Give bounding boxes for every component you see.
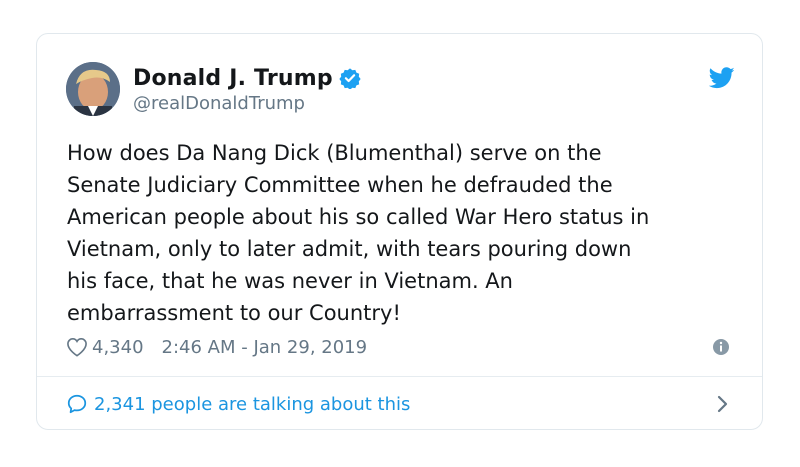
avatar[interactable]	[66, 62, 120, 116]
avatar-image	[66, 62, 120, 116]
tweet-card[interactable]: Donald J. Trump @realDonaldTrump How doe…	[36, 33, 763, 430]
author-handle[interactable]: @realDonaldTrump	[133, 93, 305, 114]
tweet-text: How does Da Nang Dick (Blumenthal) serve…	[67, 141, 650, 325]
tweet-meta-row: 4,340 2:46 AM - Jan 29, 2019	[66, 334, 367, 360]
divider	[37, 376, 762, 377]
speech-bubble-icon	[67, 394, 87, 414]
conversation-count-label[interactable]: 2,341 people are talking about this	[94, 394, 410, 415]
twitter-bird-icon[interactable]	[709, 67, 735, 89]
tweet-timestamp[interactable]: 2:46 AM - Jan 29, 2019	[162, 337, 368, 358]
heart-icon[interactable]	[66, 337, 88, 357]
chevron-right-icon[interactable]	[715, 394, 729, 414]
like-count[interactable]: 4,340	[92, 337, 144, 358]
verified-badge-icon	[339, 68, 361, 89]
info-icon[interactable]	[712, 338, 730, 356]
conversation-link[interactable]: 2,341 people are talking about this	[66, 391, 410, 417]
author-display-name[interactable]: Donald J. Trump	[133, 66, 333, 91]
author-name-row[interactable]: Donald J. Trump	[133, 64, 361, 92]
